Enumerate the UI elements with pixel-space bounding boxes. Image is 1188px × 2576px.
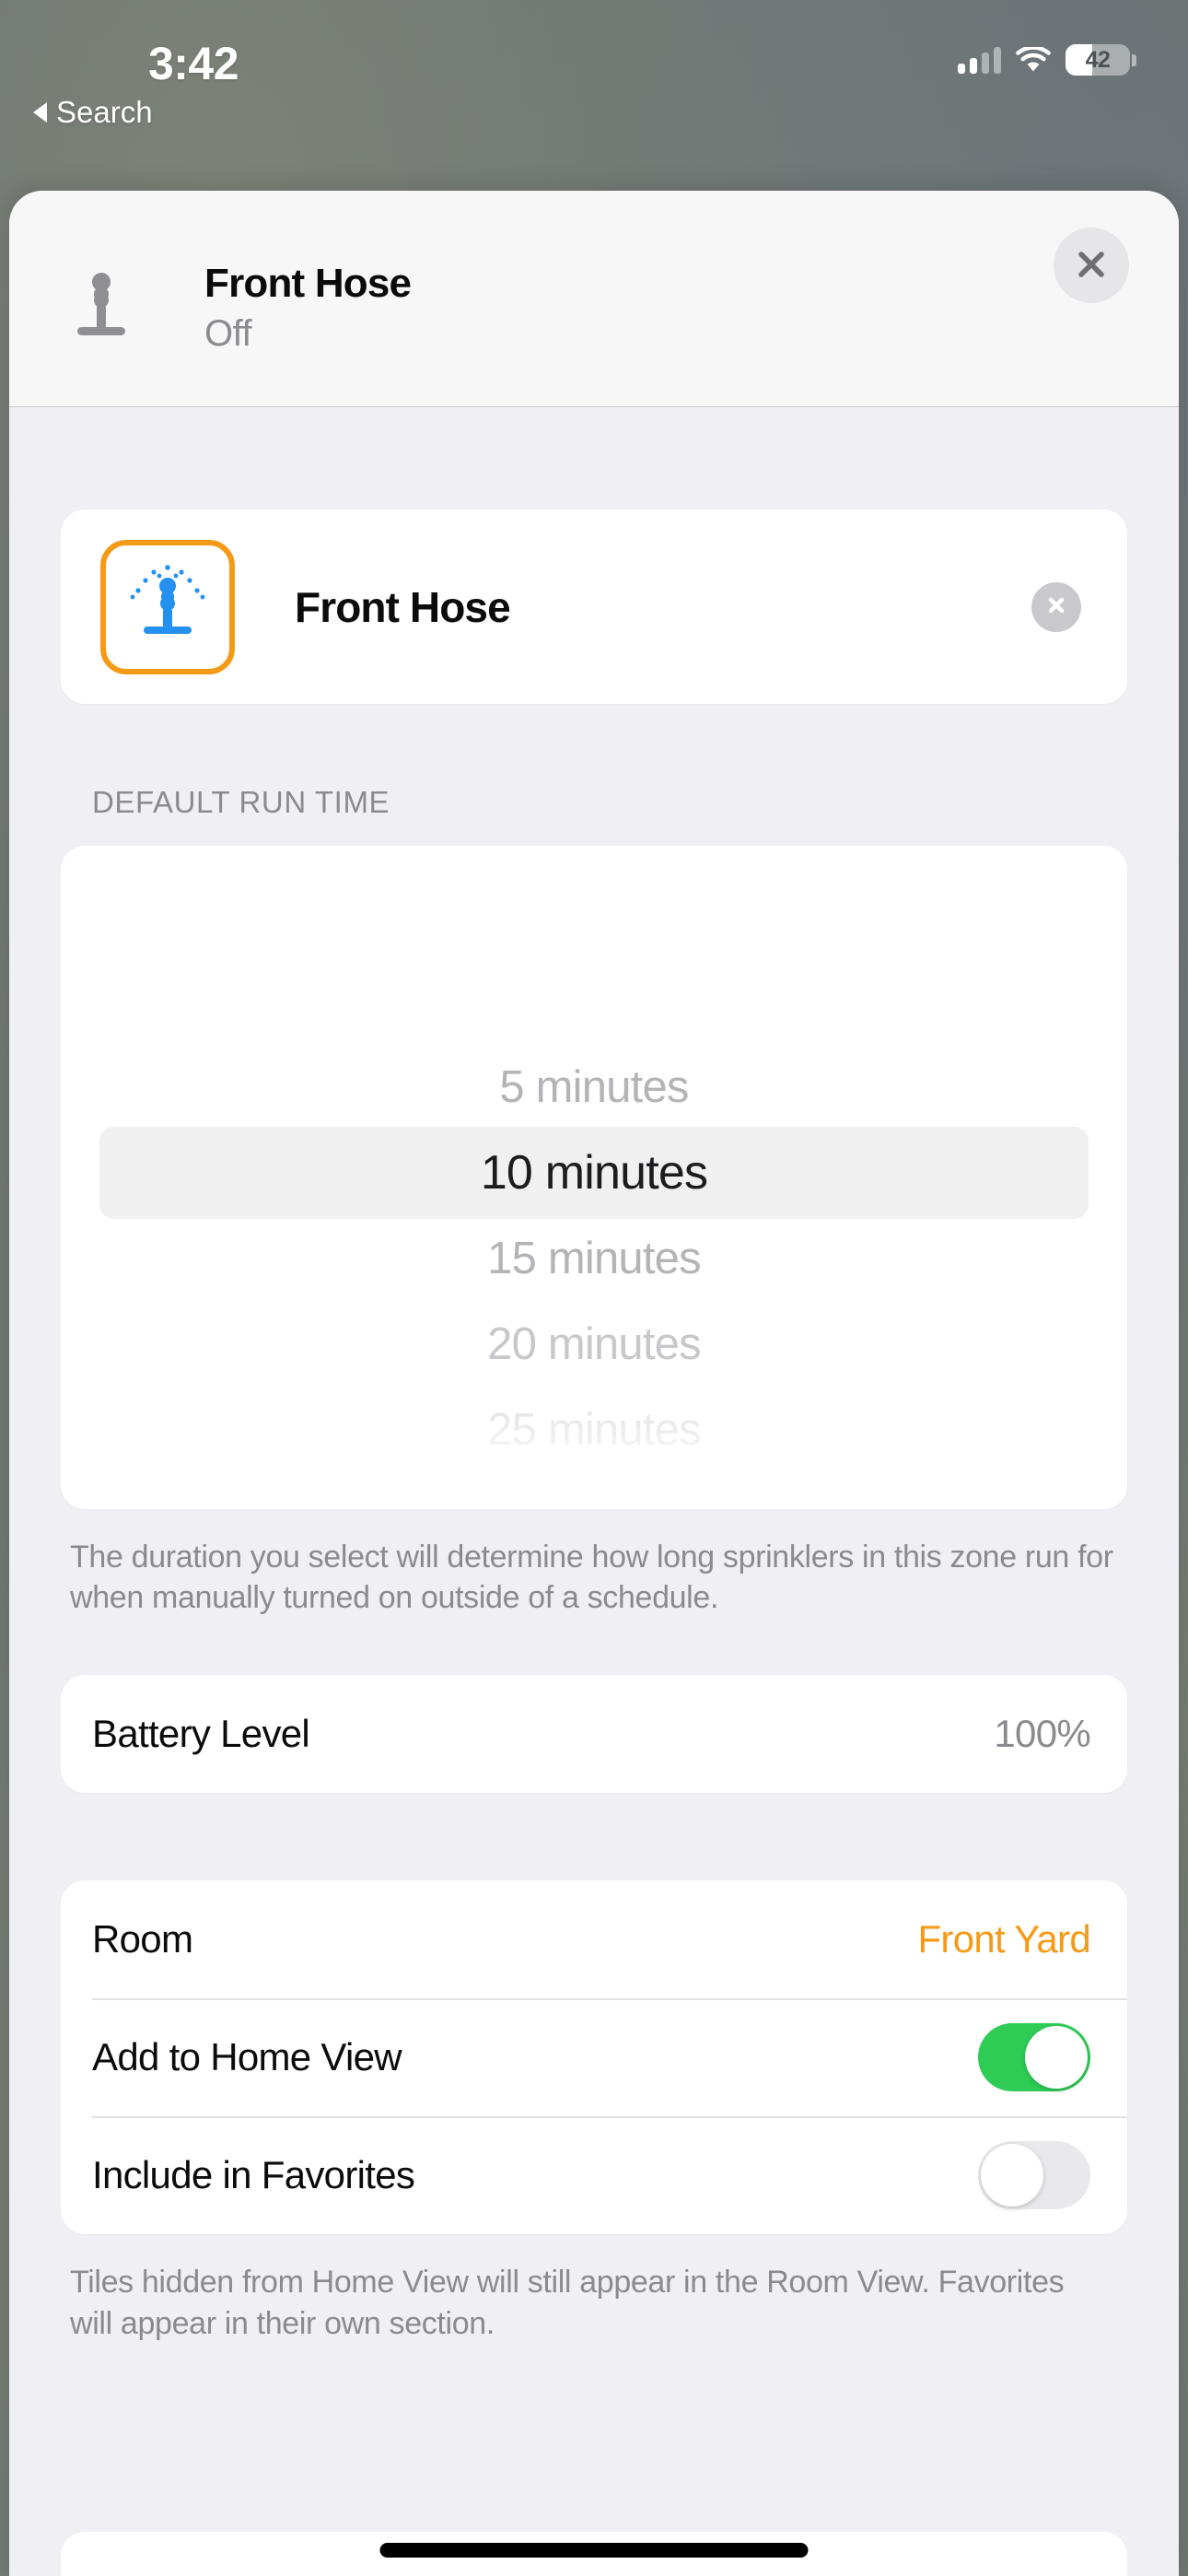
clear-circle-x-icon [1043,592,1069,621]
picker-option[interactable]: 15 minutes [61,1215,1127,1301]
close-x-icon [1073,246,1110,286]
toggle-knob [1025,2026,1088,2090]
room-settings-group: Room Front Yard Add to Home View Include… [61,1880,1127,2235]
picker-option[interactable]: 25 minutes [61,1387,1127,1472]
battery-level-card: Battery Level 100% [61,1675,1127,1794]
picker-option[interactable]: 20 minutes [61,1301,1127,1387]
battery-terminal [1132,53,1136,66]
back-to-search-link[interactable]: Search [33,95,153,130]
add-to-home-view-row[interactable]: Add to Home View [61,1998,1127,2116]
room-label: Room [92,1917,193,1961]
accessory-status: Off [204,312,252,354]
clear-name-button[interactable] [1031,581,1081,632]
picker-option[interactable]: 5 minutes [61,1044,1127,1130]
add-to-home-view-toggle[interactable] [978,2023,1090,2092]
battery-level-row: Battery Level 100% [61,1675,1127,1793]
sheet-header-text: Front Hose Off [204,260,412,355]
default-run-time-section-label: DEFAULT RUN TIME [92,785,390,819]
include-in-favorites-toggle[interactable] [978,2141,1090,2210]
accessory-icon-frame[interactable] [100,539,235,674]
status-bar: 3:42 42 [0,0,1188,101]
picker-option[interactable]: 30 minutes [61,1472,1127,1510]
default-run-time-footnote: The duration you select will determine h… [70,1540,1113,1616]
accessory-name-card[interactable]: Front Hose [61,509,1127,704]
accessory-settings-sheet: Front Hose Off Front Hose DEFAULT RUN TI… [9,191,1179,2576]
picker-option-list[interactable]: 5 minutes 10 minutes 15 minutes 20 minut… [61,846,1127,1510]
sprinkler-icon [66,270,136,342]
back-triangle-icon [33,102,47,123]
sprinkler-icon [123,560,212,653]
battery-percent-label: 42 [1085,46,1111,73]
status-bar-indicators: 42 [958,44,1136,76]
close-button[interactable] [1054,228,1129,303]
include-in-favorites-row[interactable]: Include in Favorites [61,2116,1127,2234]
include-in-favorites-label: Include in Favorites [92,2153,415,2197]
home-indicator[interactable] [379,2543,809,2558]
battery-level-label: Battery Level [92,1712,310,1756]
room-row[interactable]: Room Front Yard [61,1880,1127,1998]
accessory-name-label: Front Hose [295,582,511,631]
picker-option-selected[interactable]: 10 minutes [61,1130,1127,1215]
status-bar-time: 3:42 [147,38,239,89]
battery-level-value: 100% [994,1712,1090,1756]
toggle-knob [981,2144,1043,2207]
sheet-content: Front Hose DEFAULT RUN TIME 5 minutes 10… [9,509,1179,2344]
add-to-home-view-label: Add to Home View [92,2035,402,2079]
sheet-header: Front Hose Off [9,191,1179,407]
back-to-search-label: Search [56,95,153,129]
battery-icon: 42 [1066,44,1136,76]
settings-group-footnote: Tiles hidden from Home View will still a… [70,2265,1065,2341]
room-value[interactable]: Front Yard [917,1917,1090,1961]
page-title: Front Hose [204,261,412,306]
default-run-time-picker[interactable]: 5 minutes 10 minutes 15 minutes 20 minut… [61,846,1127,1509]
wifi-icon [1016,46,1051,74]
cellular-signal-icon [958,46,1001,74]
